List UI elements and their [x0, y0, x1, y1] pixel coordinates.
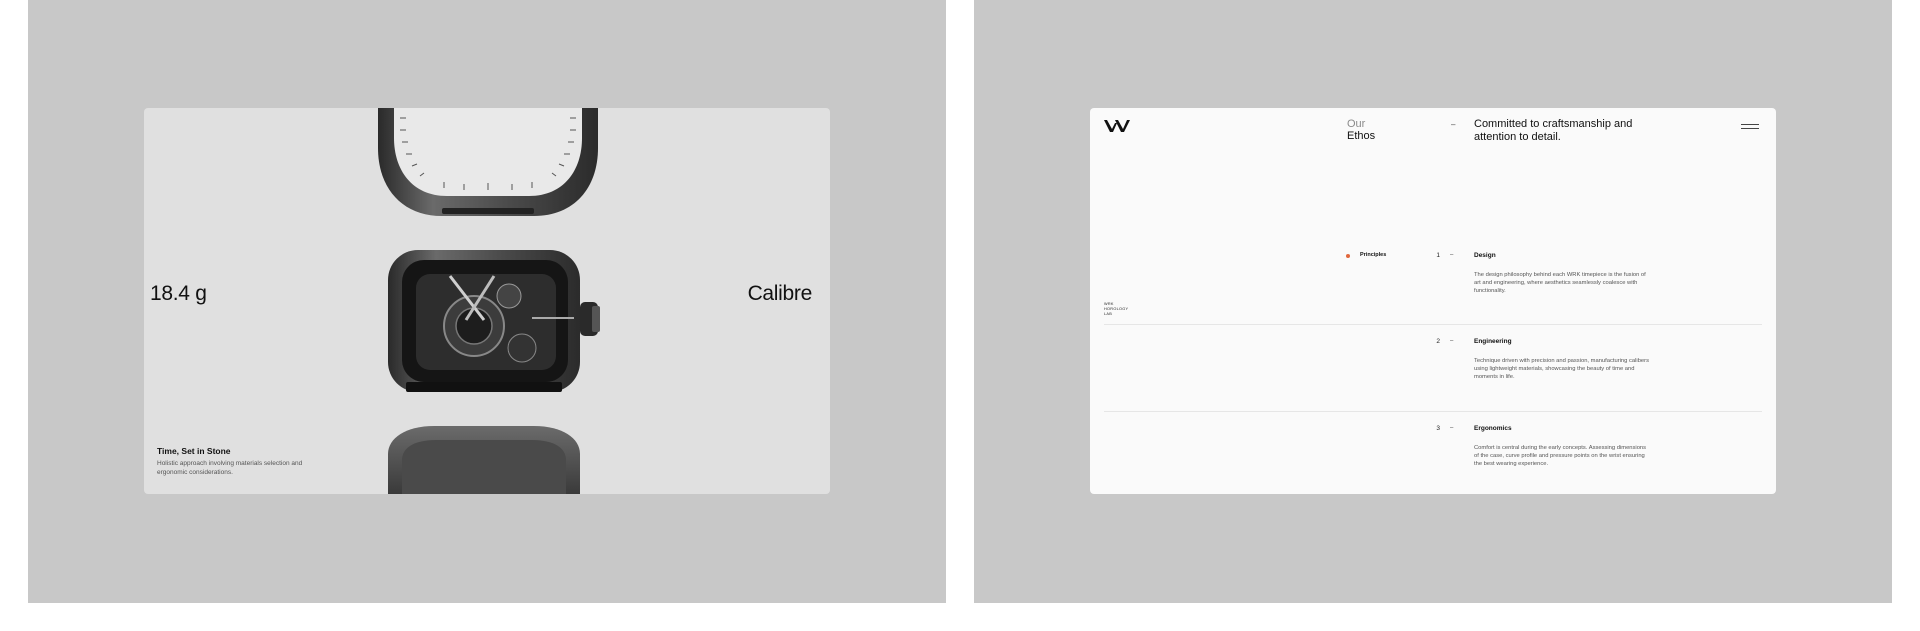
calibre-label: Calibre: [747, 282, 813, 305]
principle-description: Technique driven with precision and pass…: [1474, 358, 1649, 380]
watch-weight-value: 18.4 g: [150, 282, 207, 305]
headline: Committed to craftsmanship and attention…: [1474, 118, 1633, 143]
principle-title: Ergonomics: [1474, 425, 1512, 432]
right-ethos-panel: WRK HOROLOGY LAB Our Ethos – Committed t…: [974, 0, 1892, 603]
principle-description: Comfort is central during the early conc…: [1474, 445, 1647, 467]
principle-title: Engineering: [1474, 338, 1512, 345]
principle-dash: –: [1450, 338, 1454, 344]
brand-side-label: WRK HOROLOGY LAB: [1104, 302, 1129, 316]
principles-label: Principles: [1360, 252, 1387, 258]
section-title: Ethos: [1347, 130, 1376, 142]
row-divider: [1104, 411, 1762, 412]
watch-exploded-view-card: 18.4 g Calibre Time, Set in Stone Holist…: [144, 108, 830, 494]
principle-title: Design: [1474, 252, 1496, 259]
principle-number: 3: [1436, 425, 1440, 432]
watch-case-movement: [388, 250, 600, 392]
watch-case-back: [388, 426, 580, 494]
ethos-page-card: WRK HOROLOGY LAB Our Ethos – Committed t…: [1090, 108, 1776, 494]
principle-dash: –: [1450, 425, 1454, 431]
caption-description: Holistic approach involving materials se…: [157, 460, 303, 476]
principle-description: The design philosophy behind each WRK ti…: [1474, 272, 1646, 294]
section-kicker: Our: [1347, 118, 1366, 130]
caption-title: Time, Set in Stone: [157, 446, 231, 456]
header-dash: –: [1451, 120, 1456, 129]
principle-number: 1: [1436, 252, 1440, 259]
row-divider: [1104, 324, 1762, 325]
accent-dot-icon: [1346, 254, 1350, 258]
principle-dash: –: [1450, 252, 1454, 258]
watch-case-top: [378, 108, 598, 216]
wrk-logo-icon[interactable]: [1104, 120, 1130, 132]
hamburger-menu-icon[interactable]: [1741, 124, 1759, 132]
left-showcase-panel: 18.4 g Calibre Time, Set in Stone Holist…: [28, 0, 946, 603]
watch-exploded-illustration: [378, 108, 600, 494]
principle-number: 2: [1436, 338, 1440, 345]
